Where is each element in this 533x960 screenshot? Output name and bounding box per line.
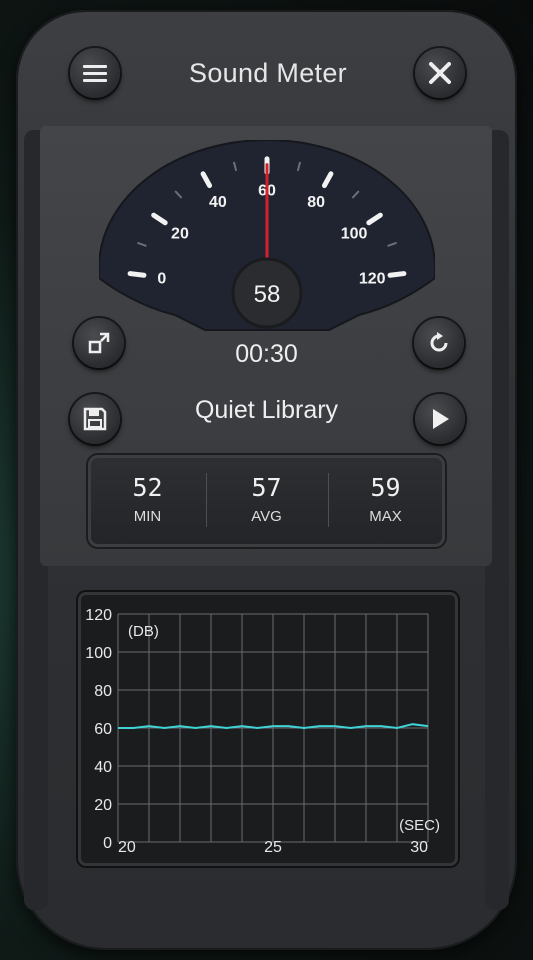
y-tick-label: 100 <box>85 645 112 662</box>
y-axis-label: (DB) <box>128 623 159 640</box>
avg-label: AVG <box>251 508 282 525</box>
y-tick-label: 60 <box>94 721 112 738</box>
x-axis-label: (SEC) <box>399 817 440 834</box>
y-tick-label: 0 <box>103 835 112 852</box>
avg-stat: 57 AVG <box>207 455 326 547</box>
avg-value: 57 <box>251 473 282 502</box>
y-tick-label: 40 <box>94 759 112 776</box>
gauge-scale-label: 40 <box>209 194 227 211</box>
history-chart: 120 100 80 60 40 20 0 20 25 30 (DB) (SEC) <box>78 592 458 866</box>
x-tick-label: 25 <box>264 839 282 856</box>
max-label: MAX <box>369 508 402 525</box>
close-button[interactable] <box>415 48 465 98</box>
x-tick-label: 20 <box>118 839 136 856</box>
min-label: MIN <box>133 508 162 525</box>
stats-box: 52 MIN 57 AVG 59 MAX <box>88 455 445 547</box>
max-stat: 59 MAX <box>326 455 445 547</box>
elapsed-timer: 00:30 <box>235 340 298 368</box>
hamburger-icon <box>83 65 107 82</box>
max-value: 59 <box>370 473 401 502</box>
gauge-scale-label: 0 <box>157 270 166 287</box>
history-chart-svg: 120 100 80 60 40 20 0 20 25 30 (DB) (SEC) <box>85 607 440 856</box>
gauge-scale-label: 120 <box>359 270 386 287</box>
menu-button[interactable] <box>70 48 120 98</box>
min-value: 52 <box>132 473 163 502</box>
y-tick-label: 120 <box>85 607 112 624</box>
gauge-scale-label: 80 <box>307 194 325 211</box>
gauge-scale-label: 20 <box>171 226 189 243</box>
y-tick-label: 20 <box>94 797 112 814</box>
min-stat: 52 MIN <box>88 455 207 547</box>
preset-name: Quiet Library <box>194 396 339 424</box>
y-tick-label: 80 <box>94 683 112 700</box>
gauge-tick <box>127 271 147 278</box>
decibel-gauge: 020406080100120 58 <box>99 140 435 331</box>
close-icon <box>429 62 451 84</box>
x-tick-label: 30 <box>410 839 428 856</box>
gauge-tick <box>387 271 407 278</box>
gauge-scale-label: 100 <box>341 226 368 243</box>
current-db-readout: 58 <box>254 281 281 308</box>
